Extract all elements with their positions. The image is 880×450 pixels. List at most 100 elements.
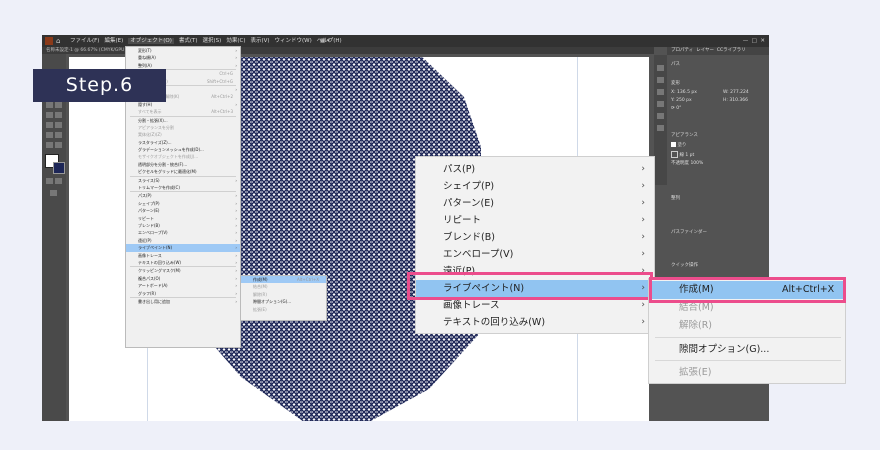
submenu-item[interactable]: 解除(R)	[241, 291, 326, 298]
angle-field[interactable]: 0°	[676, 106, 681, 111]
menu-item[interactable]: グラデーションメッシュを作成(D)...	[126, 146, 240, 153]
menu-item[interactable]: シェイプ(P) ›	[126, 200, 240, 207]
tab-libraries[interactable]: CCライブラリ	[717, 48, 746, 53]
menu-item[interactable]: ライブペイント(N) ›	[126, 244, 240, 252]
menu-item[interactable]: シェイプ(P) ›	[416, 178, 654, 195]
color-mode-icon[interactable]	[46, 178, 53, 184]
menu-item[interactable]: トリムマークを作成(C)	[126, 184, 240, 191]
y-field[interactable]: 250 px	[676, 98, 692, 103]
menu-item[interactable]: パターン(E) ›	[126, 207, 240, 214]
libraries-icon[interactable]	[657, 89, 664, 95]
menu-item[interactable]: パス(P) ›	[416, 161, 654, 178]
pen-tool-icon[interactable]	[46, 122, 53, 128]
layers-icon[interactable]	[657, 77, 664, 83]
menu-item[interactable]: 画像トレース ›	[126, 252, 240, 259]
tab-layers[interactable]: レイヤー	[696, 48, 714, 53]
submenu-item-shortcut: Alt+Ctrl+X	[297, 277, 319, 282]
menu-item[interactable]: ブレンド(B) ›	[126, 222, 240, 229]
line-tool-icon[interactable]	[46, 132, 53, 138]
menu-item-label: 重ね順(A)	[138, 55, 156, 61]
stroke-swatch[interactable]	[53, 162, 65, 174]
menu-item[interactable]: 重ね順(A) ›	[126, 54, 240, 61]
window-controls[interactable]: — □ ✕	[743, 35, 765, 47]
draw-mode-icon[interactable]	[55, 178, 62, 184]
home-icon[interactable]: ⌂	[56, 35, 60, 47]
magic-wand-tool-icon[interactable]	[46, 112, 53, 118]
menu-item[interactable]: テキストの回り込み(W) ›	[126, 259, 240, 266]
h-field[interactable]: 310.366	[729, 98, 748, 103]
menubar-item[interactable]: オブジェクト(O)	[128, 38, 174, 44]
menu-item[interactable]: 変形(T) ›	[126, 47, 240, 54]
lasso-tool-icon[interactable]	[55, 112, 62, 118]
menu-item[interactable]: ラスタライズ(Z)...	[126, 139, 240, 146]
menu-item[interactable]: 透明部分を分割・統合(F)...	[126, 161, 240, 168]
x-field[interactable]: 136.5 px	[677, 90, 697, 95]
direct-selection-tool-icon[interactable]	[55, 102, 62, 108]
zoom-tool-icon[interactable]	[55, 142, 62, 148]
menu-item-label: パターン(E)	[443, 198, 494, 209]
menu-item[interactable]: エンベロープ(V) ›	[126, 229, 240, 236]
menu-item[interactable]: 実体化(Z)(Z)	[126, 131, 240, 138]
panel-tabs[interactable]: プロパティ レイヤー CCライブラリ	[667, 47, 769, 55]
screen-mode-icon[interactable]	[50, 190, 57, 196]
menu-item[interactable]: アートボード(A) ›	[126, 282, 240, 289]
chevron-right-icon: ›	[235, 259, 237, 265]
tab-properties[interactable]: プロパティ	[671, 48, 693, 53]
menu-separator	[655, 337, 841, 338]
menu-item[interactable]: グラフ(R) ›	[126, 290, 240, 297]
swatches-icon[interactable]	[657, 113, 664, 119]
menu-item-release[interactable]: 解除(R)	[649, 317, 845, 335]
workspace-switcher-icon[interactable]: ▦ ▾	[320, 35, 330, 47]
menubar-item[interactable]: 書式(T)	[179, 38, 198, 44]
section-pathfinder-title: パスファインダー	[671, 230, 707, 235]
submenu-item[interactable]: 隙間オプション(G)...	[241, 298, 326, 305]
menubar-item[interactable]: 編集(E)	[104, 38, 123, 44]
menu-item[interactable]: 分割・拡張(X)...	[126, 117, 240, 124]
menu-item[interactable]: 遠近(P) ›	[126, 237, 240, 244]
menu-item-label: スライス(S)	[138, 177, 160, 183]
selection-tool-icon[interactable]	[46, 102, 53, 108]
menu-item[interactable]: すべてを表示 Alt+Ctrl+3	[126, 108, 240, 115]
menubar-item[interactable]: ウィンドウ(W)	[275, 38, 312, 44]
menu-item[interactable]: スライス(S) ›	[126, 177, 240, 184]
menu-item[interactable]: エンベロープ(V) ›	[416, 246, 654, 263]
menubar-item[interactable]: 表示(V)	[250, 38, 269, 44]
menubar-item[interactable]: 選択(S)	[203, 38, 222, 44]
opacity-field[interactable]: 100%	[690, 161, 703, 166]
menubar-item[interactable]: 効果(C)	[226, 38, 245, 44]
menu-item[interactable]: リピート ›	[416, 212, 654, 229]
color-panel-icon[interactable]	[657, 101, 664, 107]
menu-item[interactable]: パス(P) ›	[126, 192, 240, 199]
menu-item[interactable]: ブレンド(B) ›	[416, 229, 654, 246]
menu-item[interactable]: ピクセルをグリッドに最適化(M)	[126, 168, 240, 175]
w-field[interactable]: 277.224	[730, 90, 749, 95]
hand-tool-icon[interactable]	[46, 142, 53, 148]
menu-item[interactable]: クリッピングマスク(M) ›	[126, 267, 240, 274]
chevron-right-icon: ›	[235, 177, 237, 183]
stroke-color-swatch[interactable]	[671, 151, 678, 158]
submenu-item[interactable]: 結合(M)	[241, 283, 326, 290]
menu-item[interactable]: アピアランスを分割	[126, 124, 240, 131]
chevron-right-icon: ›	[235, 86, 237, 92]
menu-item[interactable]: パターン(E) ›	[416, 195, 654, 212]
type-tool-icon[interactable]	[55, 122, 62, 128]
menu-item[interactable]: 書き出し用に追加 ›	[126, 298, 240, 305]
submenu-item[interactable]: 拡張(E)	[241, 306, 326, 313]
fill-color-swatch[interactable]	[671, 142, 676, 147]
menubar-item[interactable]: ファイル(F)	[70, 38, 99, 44]
menu-item[interactable]: モザイクオブジェクトを作成(J)...	[126, 153, 240, 160]
rectangle-tool-icon[interactable]	[55, 132, 62, 138]
stroke-weight-field[interactable]: 1 pt	[685, 153, 694, 158]
submenu-item[interactable]: 作成(M) Alt+Ctrl+X	[241, 276, 326, 284]
section-appearance-title: アピアランス	[671, 133, 698, 138]
panel-icon-strip	[654, 55, 667, 185]
menu-item[interactable]: 複合パス(O) ›	[126, 275, 240, 282]
chevron-right-icon: ›	[235, 237, 237, 243]
brushes-icon[interactable]	[657, 125, 664, 131]
menu-item[interactable]: リピート ›	[126, 215, 240, 222]
menu-item-label: 複合パス(O)	[138, 275, 161, 281]
menu-item[interactable]: テキストの回り込み(W) ›	[416, 314, 654, 331]
menu-item-gap-options[interactable]: 隙間オプション(G)...	[649, 341, 845, 359]
menu-item-expand[interactable]: 拡張(E)	[649, 364, 845, 382]
properties-icon[interactable]	[657, 65, 664, 71]
